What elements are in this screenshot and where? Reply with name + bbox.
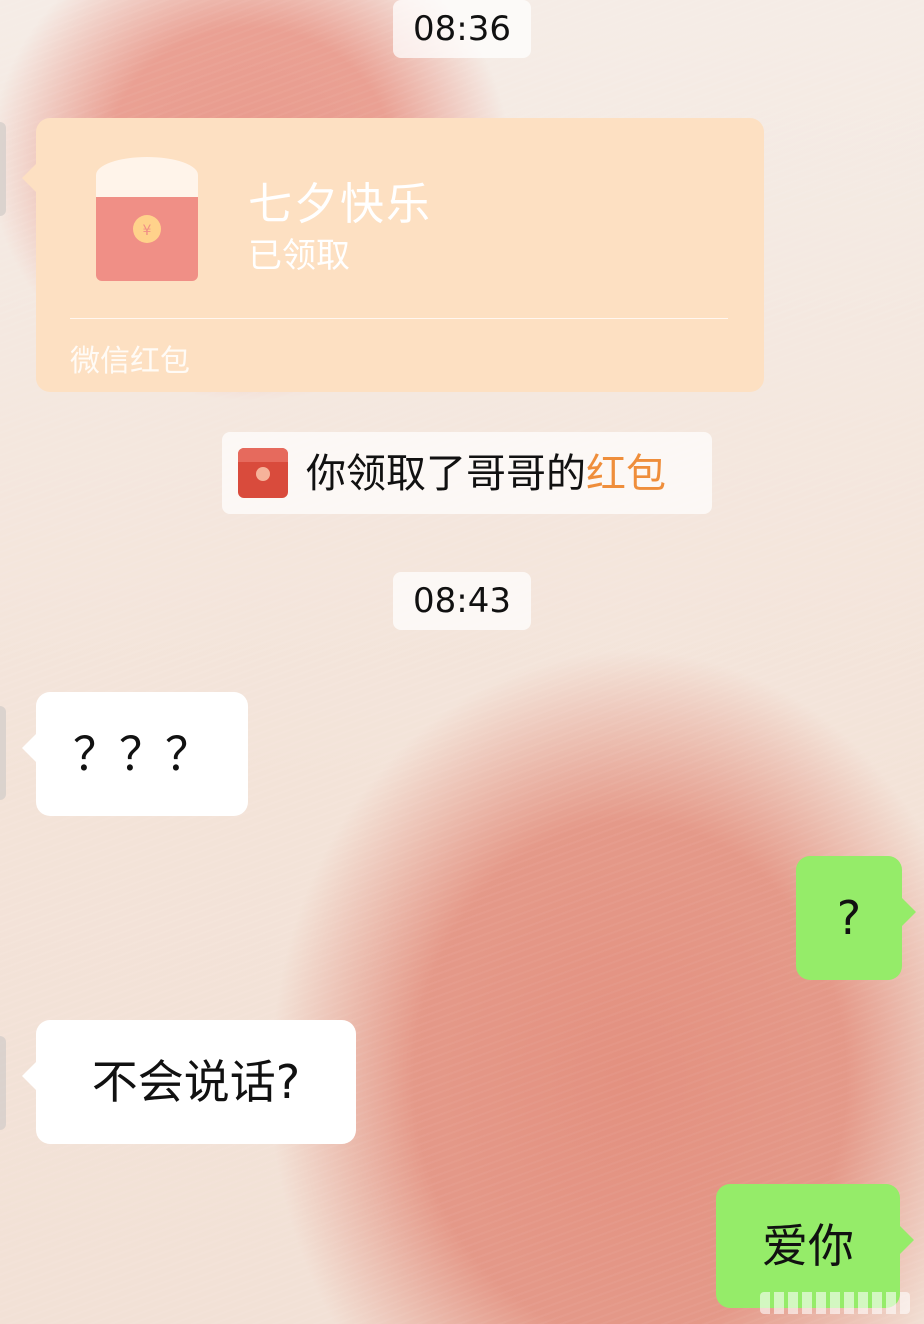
message-bubble-received[interactable]: ？？？ (22, 692, 248, 816)
contact-avatar-sliver-1[interactable] (0, 122, 6, 216)
timestamp-2: 08:43 (393, 572, 531, 630)
watermark (760, 1292, 910, 1314)
message-text: ？？？ (73, 727, 211, 781)
red-packet-status: 已领取 (248, 236, 350, 276)
contact-avatar-sliver-2[interactable] (0, 706, 6, 800)
message-bubble-sent[interactable]: ? (796, 856, 916, 980)
system-notice-link[interactable]: 红包 (586, 451, 666, 497)
red-packet-icon: ¥ (96, 157, 198, 281)
message-text: ? (836, 891, 862, 945)
message-bubble-received[interactable]: 不会说话? (22, 1020, 356, 1144)
red-packet-divider (70, 318, 728, 319)
system-notice-text: 你领取了哥哥的红包 (306, 450, 666, 498)
chat-layer: 08:36 ¥ 七夕快乐 已领取 微信红包 你领取了哥哥的红包 08:43 ？？… (0, 0, 924, 1324)
red-packet-title: 七夕快乐 (248, 179, 432, 230)
timestamp-1: 08:36 (393, 0, 531, 58)
contact-avatar-sliver-3[interactable] (0, 1036, 6, 1130)
red-packet-message[interactable]: ¥ 七夕快乐 已领取 微信红包 (22, 118, 764, 392)
system-notice-prefix: 你领取了哥哥的 (306, 451, 586, 497)
system-notice: 你领取了哥哥的红包 (222, 432, 712, 514)
message-text: 不会说话? (91, 1055, 301, 1109)
message-bubble-sent[interactable]: 爱你 (716, 1184, 914, 1308)
message-text: 爱你 (762, 1219, 854, 1273)
svg-text:¥: ¥ (143, 223, 152, 239)
red-packet-icon-small (238, 448, 288, 498)
red-packet-footer: 微信红包 (70, 344, 190, 379)
